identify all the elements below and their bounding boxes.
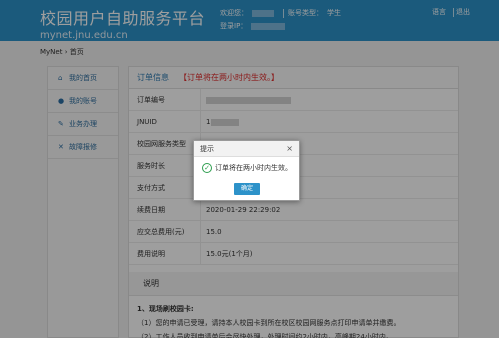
notice-dialog: 提示 × ✓ 订单将在两小时内生效。 确定 [193, 140, 300, 201]
dialog-message: 订单将在两小时内生效。 [215, 164, 292, 172]
dialog-header: 提示 × [194, 141, 299, 157]
confirm-button[interactable]: 确定 [234, 183, 260, 195]
check-circle-icon: ✓ [202, 163, 212, 173]
close-icon[interactable]: × [286, 141, 293, 157]
dialog-body: ✓ 订单将在两小时内生效。 [194, 157, 299, 180]
dialog-title: 提示 [200, 145, 214, 153]
